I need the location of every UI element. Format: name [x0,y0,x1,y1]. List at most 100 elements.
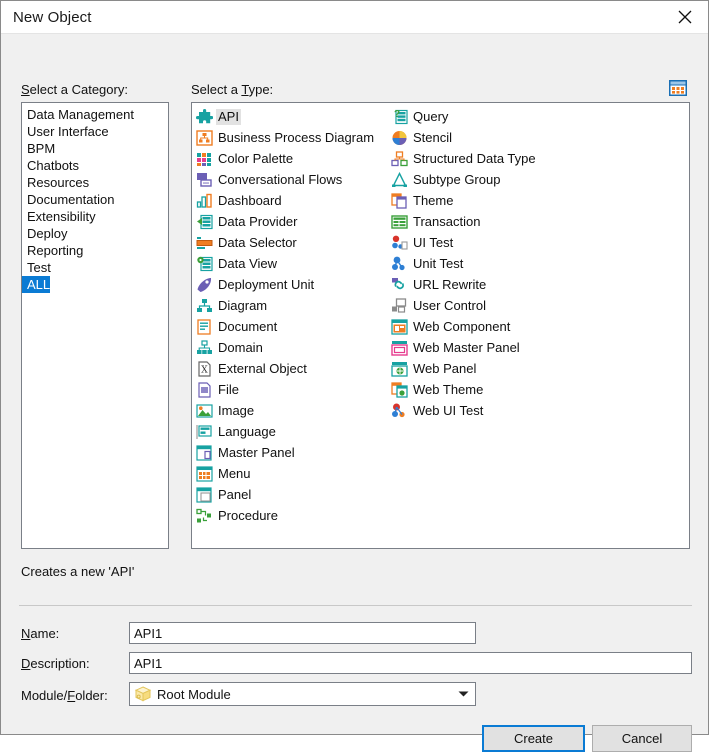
type-item[interactable]: Web Panel [389,358,584,379]
web-component-icon [390,318,408,335]
type-item[interactable]: Business Process Diagram [194,127,389,148]
type-item[interactable]: UI Test [389,232,584,253]
type-item[interactable]: ? Query [389,106,584,127]
type-item[interactable]: Dashboard [194,190,389,211]
window-title: New Object [13,8,92,26]
type-item[interactable]: Procedure [194,505,389,526]
new-object-dialog: New Object Select a Category: Select a T… [0,0,709,752]
type-item[interactable]: Panel [194,484,389,505]
type-item[interactable]: Unit Test [389,253,584,274]
type-item[interactable]: Conversational Flows [194,169,389,190]
category-item[interactable]: Deploy [22,225,168,242]
web-ui-test-icon [390,402,408,419]
type-item[interactable]: Data View [194,253,389,274]
large-icons-view-icon[interactable] [668,78,688,98]
category-item[interactable]: Test [22,259,168,276]
description-label: Description: [21,656,90,671]
type-item[interactable]: Data Selector [194,232,389,253]
type-item-label: Dashboard [218,192,282,208]
type-item[interactable]: Master Panel [194,442,389,463]
category-item[interactable]: Reporting [22,242,168,259]
type-item[interactable]: Data Provider [194,211,389,232]
category-item[interactable]: Documentation [22,191,168,208]
type-item[interactable]: User Control [389,295,584,316]
type-item[interactable]: Subtype Group [389,169,584,190]
category-item-label: Extensibility [27,209,96,224]
category-item-label: Chatbots [27,158,80,173]
type-item[interactable]: Structured Data Type [389,148,584,169]
type-item[interactable]: Menu [194,463,389,484]
category-header: Select a Category: [21,82,128,97]
type-item-label: Language [218,423,276,439]
type-item-label: Unit Test [413,255,464,271]
type-item[interactable]: URL Rewrite [389,274,584,295]
type-item[interactable]: Color Palette [194,148,389,169]
api-puzzle-icon [195,108,213,125]
type-item-label: API [216,108,241,125]
type-item-label: Color Palette [218,150,294,166]
type-item[interactable]: Language [194,421,389,442]
document-icon [195,318,213,335]
name-input[interactable] [129,622,476,644]
web-panel-icon [390,360,408,377]
type-item-label: Diagram [218,297,268,313]
category-item[interactable]: ALL [22,276,168,293]
web-theme-icon [390,381,408,398]
type-item[interactable]: Web Component [389,316,584,337]
url-rewrite-icon [390,276,408,293]
name-label: Name: [21,626,60,641]
type-item[interactable]: Transaction [389,211,584,232]
type-item-label: Menu [218,465,251,481]
close-button[interactable] [662,2,708,33]
user-control-icon [390,297,408,314]
type-item-label: Subtype Group [413,171,501,187]
stencil-icon [390,129,408,146]
category-item[interactable]: Resources [22,174,168,191]
category-item[interactable]: User Interface [22,123,168,140]
category-listbox[interactable]: Data Management User Interface BPM Chatbots… [21,102,169,549]
category-item-label: Reporting [27,243,84,258]
type-item-label: External Object [218,360,307,376]
chevron-down-icon[interactable] [451,690,475,698]
type-item[interactable]: Document [194,316,389,337]
category-item[interactable]: Chatbots [22,157,168,174]
type-item[interactable]: File [194,379,389,400]
image-icon [195,402,213,419]
type-item-label: Master Panel [218,444,295,460]
type-item-label: User Control [413,297,486,313]
type-item-label: Web Component [413,318,511,334]
file-icon [195,381,213,398]
data-provider-icon [195,213,213,230]
category-item[interactable]: Extensibility [22,208,168,225]
type-item[interactable]: Diagram [194,295,389,316]
type-item[interactable]: Web Theme [389,379,584,400]
category-item[interactable]: Data Management [22,106,168,123]
cancel-button[interactable]: Cancel [592,725,692,752]
type-item[interactable]: X External Object [194,358,389,379]
type-item[interactable]: API [194,106,389,127]
type-item-label: Document [218,318,278,334]
type-item[interactable]: Image [194,400,389,421]
type-item-label: Theme [413,192,454,208]
module-folder-combobox[interactable]: Root Module [129,682,476,706]
type-item-label: Web Panel [413,360,477,376]
menu-icon [195,465,213,482]
unit-test-icon [390,255,408,272]
type-item[interactable]: Domain [194,337,389,358]
structured-data-type-icon [390,150,408,167]
bpd-hierarchy-icon [195,129,213,146]
type-item-label: Data View [218,255,278,271]
type-item[interactable]: Stencil [389,127,584,148]
type-item[interactable]: Theme [389,190,584,211]
type-item[interactable]: Deployment Unit [194,274,389,295]
category-item-label: Resources [27,175,90,190]
svg-text:X: X [201,365,208,375]
type-item[interactable]: Web Master Panel [389,337,584,358]
type-item[interactable]: Web UI Test [389,400,584,421]
type-item-label: Deployment Unit [218,276,315,292]
create-button[interactable]: Create [482,725,585,752]
category-item[interactable]: BPM [22,140,168,157]
type-listbox[interactable]: API Business Process Diagram Color Palette… [191,102,690,549]
type-item-label: Data Provider [218,213,298,229]
description-input[interactable] [129,652,692,674]
